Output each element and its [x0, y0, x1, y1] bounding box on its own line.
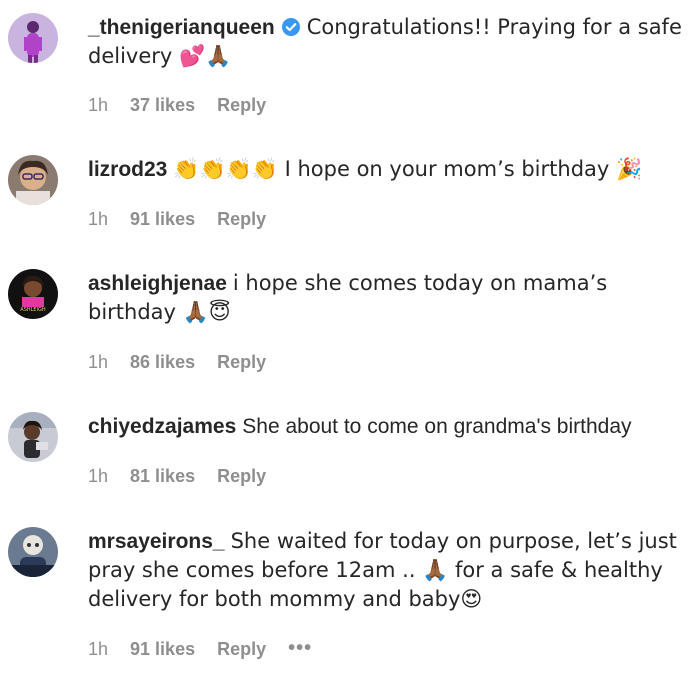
comment-text: She about to come on grandma's birthday [242, 415, 632, 438]
reply-button[interactable]: Reply [217, 639, 266, 659]
comment-username[interactable]: _thenigerianqueen [88, 16, 275, 39]
avatar[interactable] [8, 527, 58, 577]
comment-text: 👏👏👏👏 I hope on your mom’s birthday 🎉 [173, 157, 643, 181]
comment-time: 1h [88, 352, 109, 372]
more-options-icon[interactable]: ••• [288, 637, 312, 659]
comment-time: 1h [88, 639, 109, 659]
comment-likes[interactable]: 37 likes [130, 95, 195, 115]
avatar[interactable] [8, 13, 58, 63]
verified-badge-icon [281, 18, 300, 36]
avatar[interactable] [8, 412, 58, 462]
reply-button[interactable]: Reply [217, 466, 266, 486]
svg-text:ASHLEIGH: ASHLEIGH [20, 307, 46, 313]
comment-time: 1h [88, 209, 109, 229]
avatar[interactable]: ASHLEIGH [8, 269, 58, 319]
comment-username[interactable]: mrsayeirons_ [88, 530, 225, 553]
reply-button[interactable]: Reply [217, 95, 266, 115]
reply-button[interactable]: Reply [217, 209, 266, 229]
avatar-image [8, 155, 58, 205]
comment-username[interactable]: ashleighjenae [88, 272, 227, 295]
comment-username[interactable]: chiyedzajames [88, 415, 236, 438]
reply-button[interactable]: Reply [217, 352, 266, 372]
comment-time: 1h [88, 466, 109, 486]
avatar-image: ASHLEIGH [8, 269, 58, 319]
avatar[interactable] [8, 155, 58, 205]
avatar-image [8, 13, 58, 63]
comment-likes[interactable]: 86 likes [130, 352, 195, 372]
avatar-image [8, 412, 58, 462]
avatar-image [8, 527, 58, 577]
comment-likes[interactable]: 91 likes [130, 209, 195, 229]
comment-likes[interactable]: 81 likes [130, 466, 195, 486]
comment-time: 1h [88, 95, 109, 115]
comment-likes[interactable]: 91 likes [130, 639, 195, 659]
comment-username[interactable]: lizrod23 [88, 158, 167, 181]
